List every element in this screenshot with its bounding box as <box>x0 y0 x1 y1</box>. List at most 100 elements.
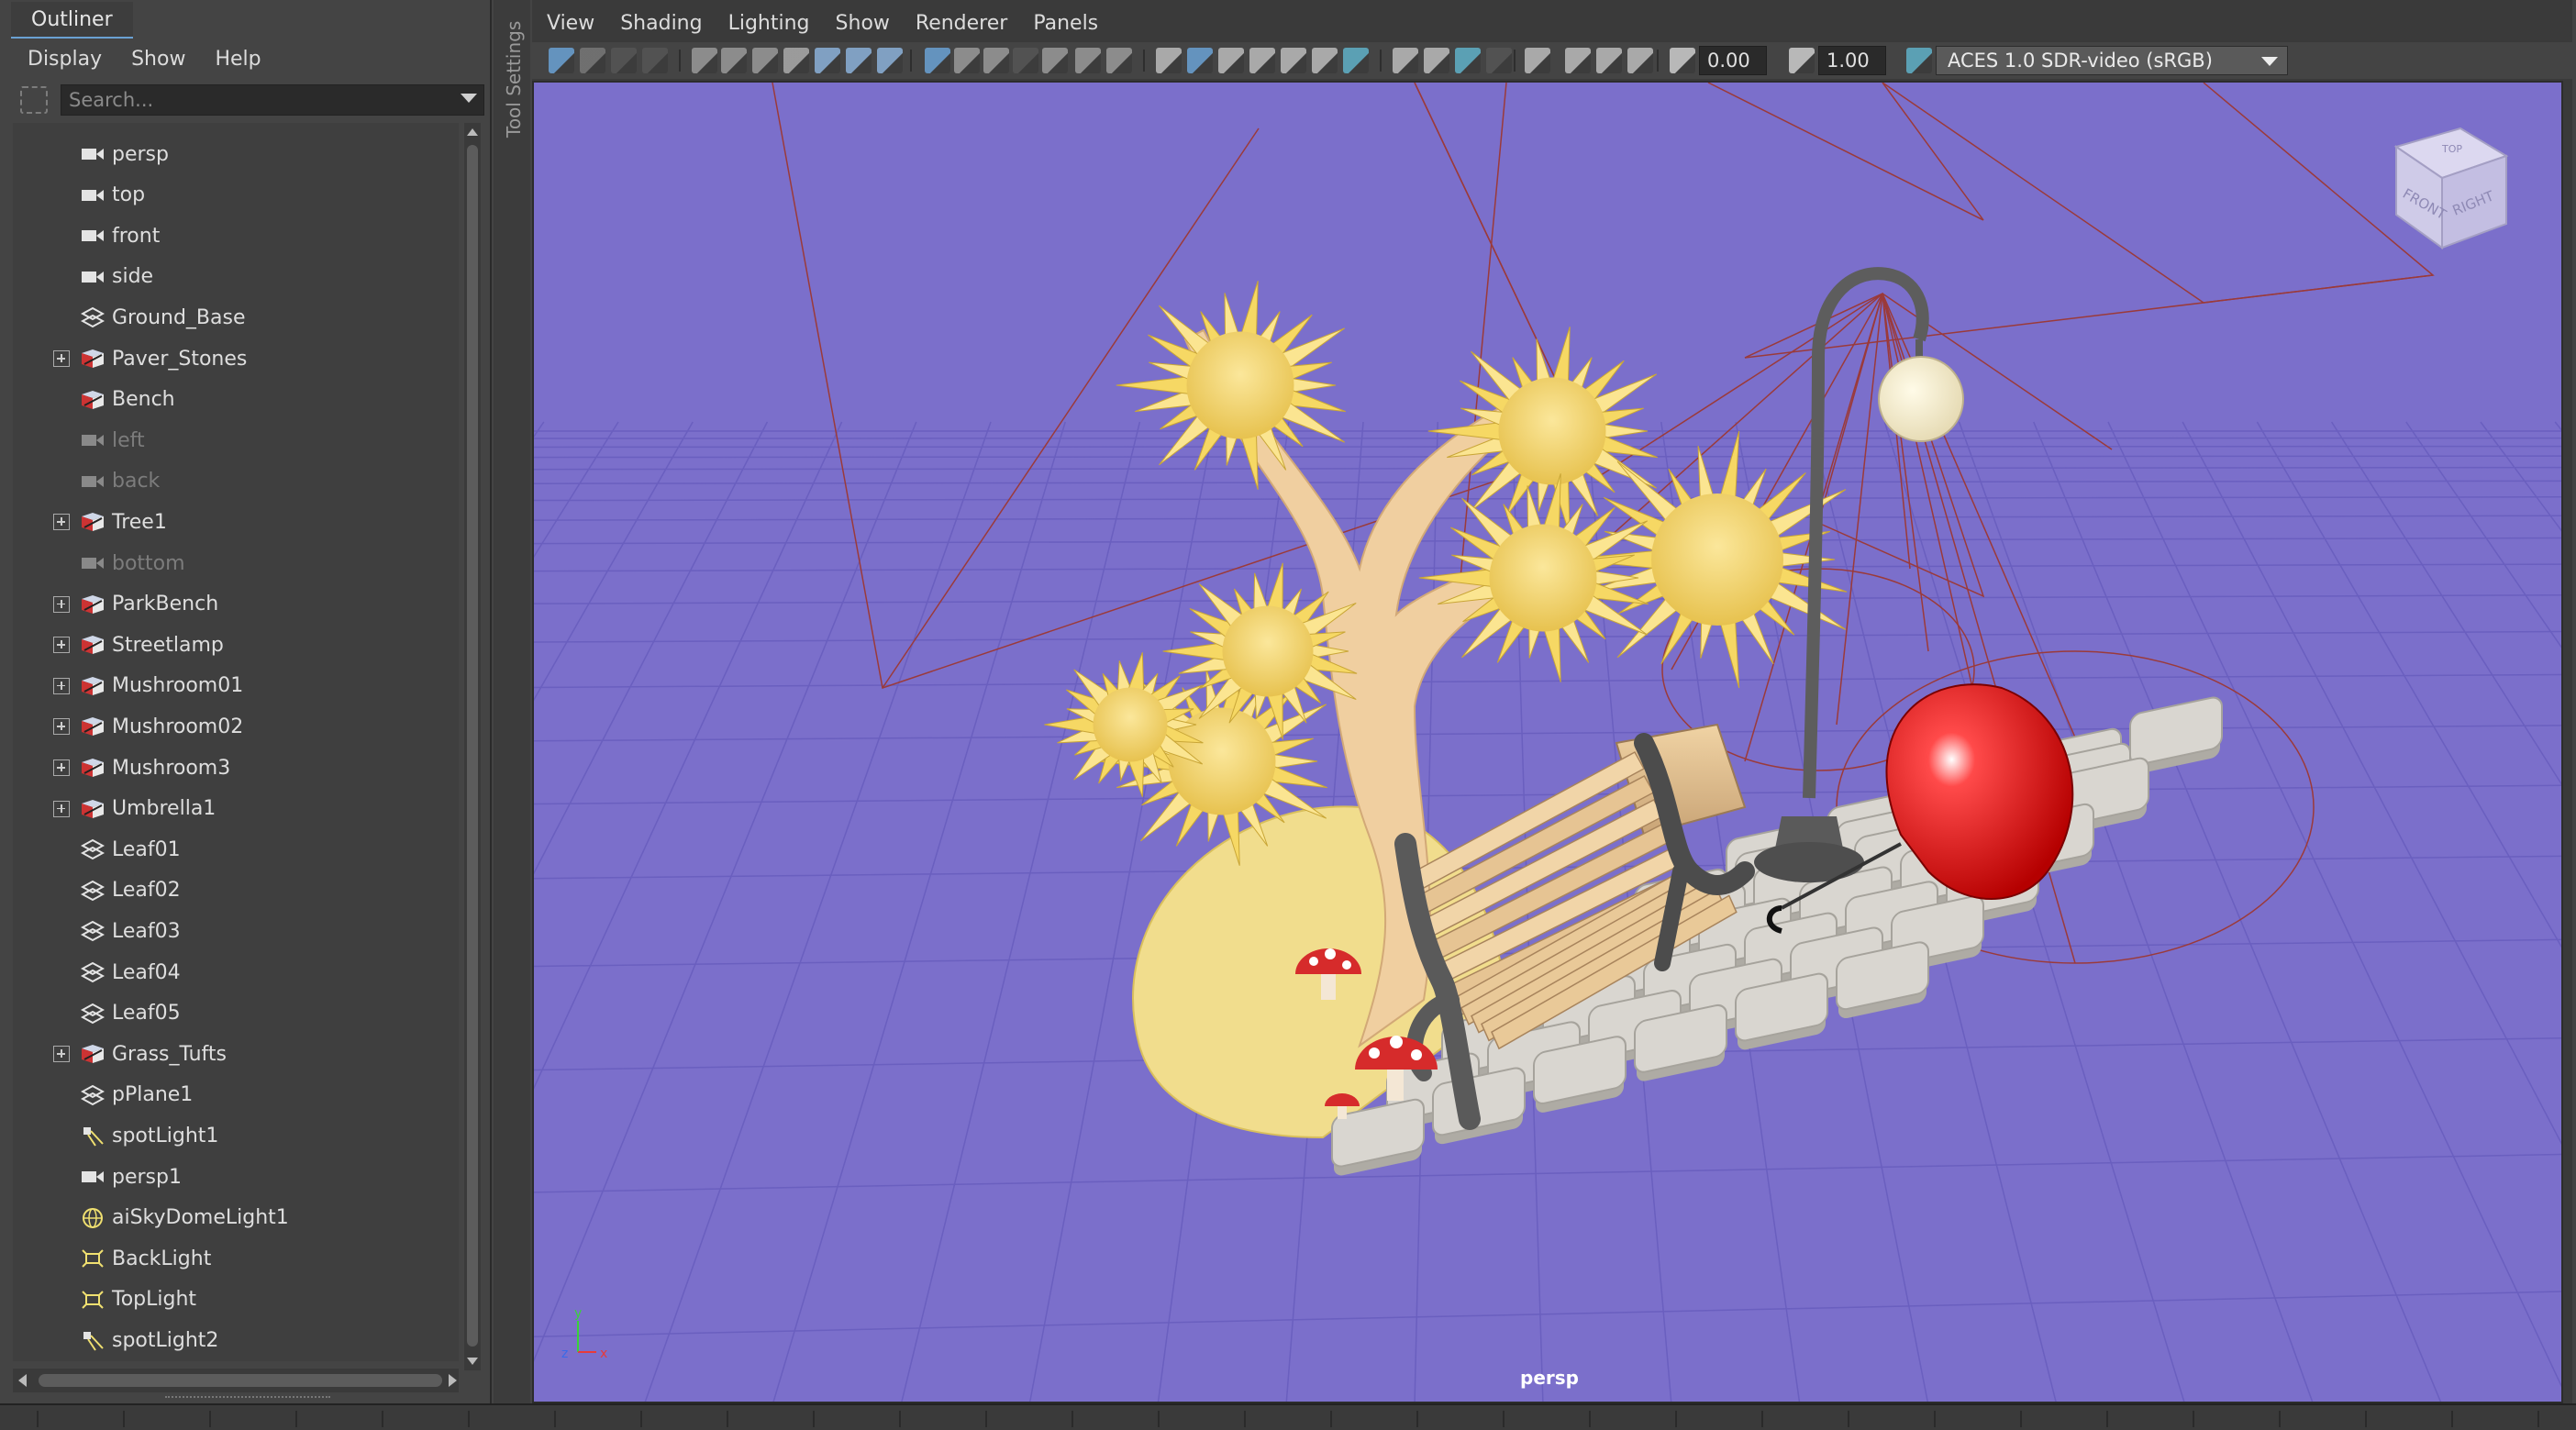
outliner-item[interactable]: TopLight <box>13 1281 459 1318</box>
isolate-icon[interactable] <box>1455 48 1481 73</box>
outliner-item[interactable]: Ground_Base <box>13 299 459 336</box>
scroll-down-icon[interactable] <box>467 1358 478 1365</box>
viewport-menu-renderer[interactable]: Renderer <box>903 6 1020 42</box>
scroll-left-icon[interactable] <box>18 1374 27 1387</box>
viewport-menu-panels[interactable]: Panels <box>1020 6 1111 42</box>
scroll-thumb-horizontal[interactable] <box>39 1374 442 1387</box>
camera-attributes-icon[interactable] <box>580 48 605 73</box>
gate-mask-icon[interactable] <box>1013 48 1038 73</box>
outliner-item[interactable]: Paver_Stones <box>13 340 459 377</box>
outliner-horizontal-scrollbar[interactable] <box>13 1369 459 1392</box>
motion-blur-icon[interactable] <box>1596 48 1622 73</box>
move-icon[interactable] <box>846 48 872 73</box>
outliner-item[interactable]: Mushroom3 <box>13 749 459 786</box>
scroll-thumb[interactable] <box>467 145 478 1347</box>
depth-of-field-icon[interactable] <box>1565 48 1591 73</box>
outliner-item[interactable]: persp <box>13 136 459 172</box>
outliner-item[interactable]: Leaf01 <box>13 831 459 868</box>
outliner-item[interactable]: top <box>13 177 459 214</box>
resolution-gate-icon[interactable] <box>983 48 1009 73</box>
draw-icon[interactable] <box>877 48 903 73</box>
outliner-item[interactable]: Tree1 <box>13 504 459 540</box>
bounding-box-icon[interactable] <box>1249 48 1275 73</box>
scroll-up-icon[interactable] <box>467 128 478 136</box>
expand-icon[interactable] <box>53 677 70 694</box>
outliner-item[interactable]: left <box>13 422 459 459</box>
outliner-item[interactable]: bottom <box>13 545 459 582</box>
safe-title-icon[interactable] <box>1106 48 1132 73</box>
outliner-item[interactable]: Leaf05 <box>13 995 459 1032</box>
exposure-field[interactable]: 0.00 <box>1699 46 1767 75</box>
outliner-tab[interactable]: Outliner <box>11 2 133 39</box>
field-chart-icon[interactable] <box>1042 48 1068 73</box>
bookmark-icon[interactable] <box>611 48 637 73</box>
snap-icon[interactable] <box>815 48 840 73</box>
outliner-item[interactable]: back <box>13 463 459 500</box>
outliner-item[interactable]: spotLight2 <box>13 1322 459 1358</box>
color-management-dropdown[interactable]: ACES 1.0 SDR-video (sRGB) <box>1936 46 2288 75</box>
outliner-item[interactable]: Leaf04 <box>13 954 459 991</box>
outliner-item[interactable]: pPlane1 <box>13 1077 459 1114</box>
outliner-menu-show[interactable]: Show <box>115 48 198 71</box>
filter-icon[interactable] <box>20 86 48 114</box>
anti-alias-icon[interactable] <box>1525 48 1550 73</box>
hud-icon[interactable] <box>1627 48 1653 73</box>
shadows-icon[interactable] <box>1343 48 1369 73</box>
outliner-item[interactable]: Bench <box>13 382 459 418</box>
scroll-right-icon[interactable] <box>449 1374 457 1387</box>
3d-viewport[interactable]: TOP FRONT RIGHT y x z persp <box>532 81 2563 1403</box>
smooth-shade-icon[interactable] <box>1187 48 1213 73</box>
outliner-item[interactable]: Leaf03 <box>13 913 459 949</box>
flat-shade-icon[interactable] <box>1218 48 1244 73</box>
viewport-menu-lighting[interactable]: Lighting <box>716 6 823 42</box>
outliner-item[interactable]: BackLight <box>13 1240 459 1277</box>
outliner-item[interactable]: persp1 <box>13 1158 459 1195</box>
expand-icon[interactable] <box>53 718 70 736</box>
outliner-item[interactable]: Grass_Tufts <box>13 1036 459 1072</box>
outliner-menu-display[interactable]: Display <box>0 48 115 71</box>
expand-icon[interactable] <box>53 759 70 776</box>
expand-icon[interactable] <box>53 1046 70 1063</box>
select-camera-icon[interactable] <box>549 48 574 73</box>
2d-pan-icon[interactable] <box>692 48 717 73</box>
use-lights-icon[interactable] <box>1312 48 1338 73</box>
exposure-icon[interactable] <box>1670 48 1695 73</box>
xray-icon[interactable] <box>1393 48 1418 73</box>
bookmark-flag-icon[interactable] <box>783 48 809 73</box>
expand-icon[interactable] <box>53 800 70 817</box>
outliner-item[interactable]: Umbrella1 <box>13 791 459 827</box>
grid-icon[interactable] <box>925 48 950 73</box>
view-cube[interactable]: TOP FRONT RIGHT <box>2393 127 2509 249</box>
outliner-item[interactable]: aiSkyDomeLight1 <box>13 1200 459 1236</box>
outliner-item[interactable]: spotLight1 <box>13 1117 459 1154</box>
outliner-item[interactable]: Streetlamp <box>13 626 459 663</box>
xray-joints-icon[interactable] <box>1424 48 1449 73</box>
expand-icon[interactable] <box>53 514 70 531</box>
film-gate-icon[interactable] <box>954 48 980 73</box>
panel-resize-grip[interactable] <box>165 1396 330 1400</box>
wireframe-icon[interactable] <box>1156 48 1182 73</box>
tool-settings-strip[interactable]: Tool Settings <box>494 0 530 1403</box>
camera-lock-icon[interactable] <box>752 48 778 73</box>
viewport-menu-show[interactable]: Show <box>823 6 903 42</box>
color-management-toggle-icon[interactable] <box>1906 48 1932 73</box>
outliner-item[interactable]: ParkBench <box>13 586 459 623</box>
outliner-item[interactable]: side <box>13 259 459 295</box>
outliner-item[interactable]: Mushroom01 <box>13 668 459 704</box>
outliner-vertical-scrollbar[interactable] <box>464 123 481 1370</box>
viewport-menu-shading[interactable]: Shading <box>607 6 715 42</box>
gamma-field[interactable]: 1.00 <box>1818 46 1886 75</box>
grease-pencil-icon[interactable] <box>721 48 747 73</box>
outliner-item[interactable]: Mushroom02 <box>13 708 459 745</box>
expand-icon[interactable] <box>53 350 70 367</box>
ambient-occlusion-icon[interactable] <box>1486 48 1512 73</box>
outliner-item[interactable]: Leaf02 <box>13 872 459 909</box>
expand-icon[interactable] <box>53 595 70 613</box>
outliner-item[interactable]: front <box>13 217 459 254</box>
expand-icon[interactable] <box>53 637 70 654</box>
viewport-menu-view[interactable]: View <box>532 6 607 42</box>
outliner-search-input[interactable] <box>61 84 484 116</box>
outliner-menu-help[interactable]: Help <box>198 48 273 71</box>
safe-action-icon[interactable] <box>1075 48 1101 73</box>
textured-icon[interactable] <box>1281 48 1306 73</box>
